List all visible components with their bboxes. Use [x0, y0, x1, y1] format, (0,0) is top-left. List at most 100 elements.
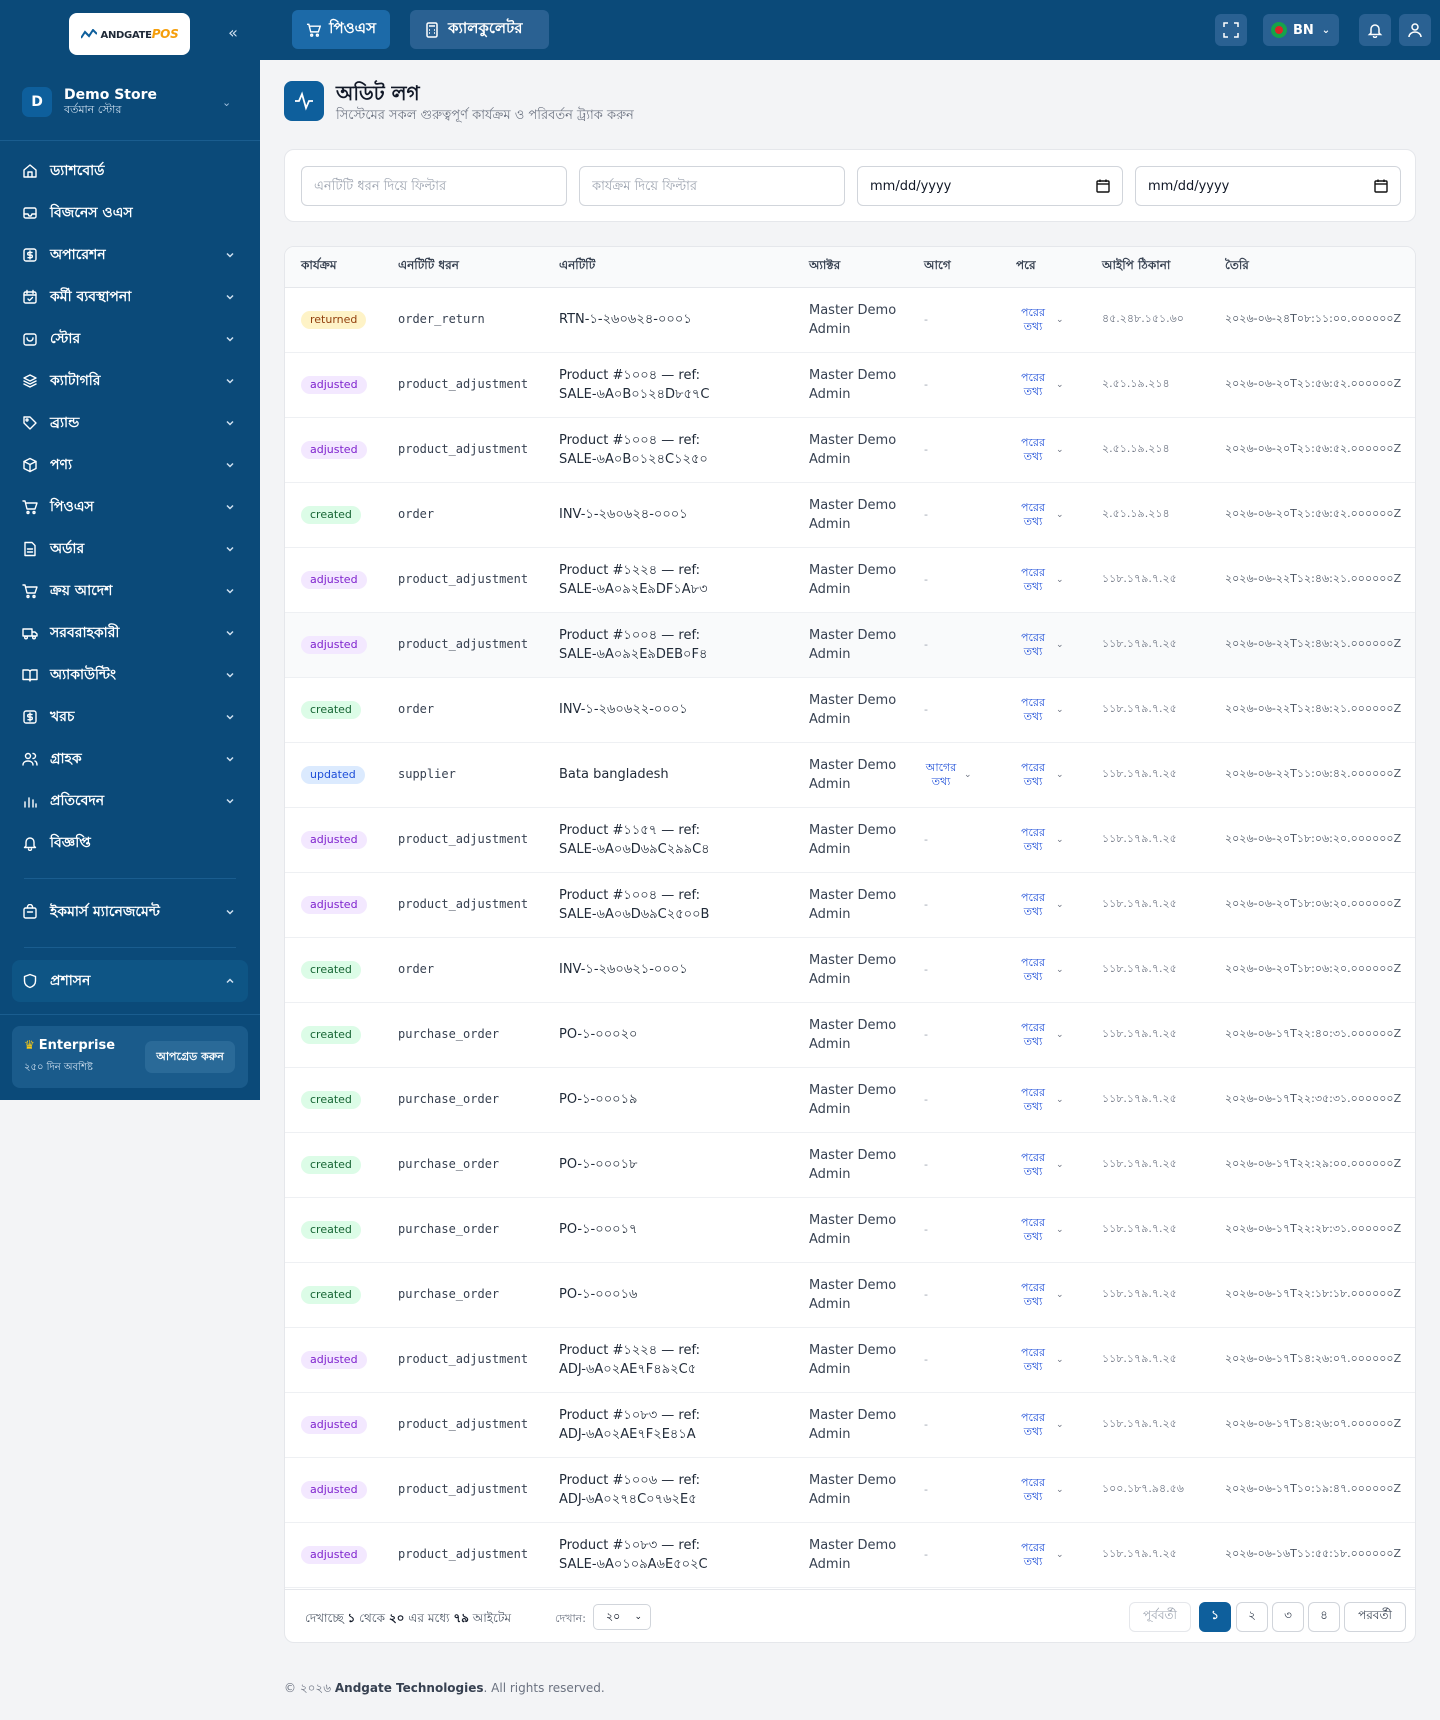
action-filter-input[interactable] [579, 166, 845, 206]
plan-box: ♛ Enterprise ২৫০ দিন অবশিষ্ট আপগ্রেড করুন [12, 1026, 248, 1088]
page-button-1[interactable]: ১ [1199, 1602, 1231, 1632]
pagination-to: ২০ [388, 1611, 405, 1625]
nav-item-3[interactable]: কর্মী ব্যবস্থাপনা [0, 276, 260, 318]
before-info-toggle[interactable]: আগের তথ্য ⌄ [924, 761, 972, 789]
nav-item-1[interactable]: বিজনেস ওএস [0, 192, 260, 234]
page-button-2[interactable]: ২ [1236, 1602, 1268, 1632]
table-row: adjusted product_adjustment Product #১১৫… [285, 807, 1415, 872]
action-badge: created [301, 1025, 361, 1044]
chevron-down-icon [226, 756, 234, 762]
calculator-button[interactable]: ক্যালকুলেটর [410, 10, 549, 49]
actor: Master Demo Admin [809, 1472, 897, 1507]
before-empty: - [924, 1548, 928, 1561]
nav-item-16[interactable]: বিজ্ঞপ্তি [0, 822, 260, 864]
after-info-toggle[interactable]: পরের তথ্য ⌄ [1016, 1281, 1064, 1309]
fullscreen-button[interactable] [1215, 14, 1247, 46]
collapse-sidebar-icon[interactable]: « [224, 24, 242, 42]
entity-type: product_adjustment [398, 832, 529, 846]
calculator-icon [426, 21, 438, 38]
after-info-toggle[interactable]: পরের তথ্য ⌄ [1016, 761, 1064, 789]
logo[interactable]: ANDGATEPOS [69, 13, 190, 55]
created-at: ২০২৬-০৬-২০T২১:৫৬:৫২.০০০০০০Z [1225, 507, 1402, 520]
col-header-entity[interactable]: এনটিটি [543, 247, 793, 288]
after-info-toggle[interactable]: পরের তথ্য ⌄ [1016, 1151, 1064, 1179]
upgrade-button[interactable]: আপগ্রেড করুন [145, 1041, 235, 1073]
after-info-toggle[interactable]: পরের তথ্য ⌄ [1016, 891, 1064, 919]
after-info-toggle[interactable]: পরের তথ্য ⌄ [1016, 1541, 1064, 1569]
nav-item-4[interactable]: স্টোর [0, 318, 260, 360]
ip-address: ১১৮.১৭৯.৭.২৫ [1102, 1027, 1177, 1040]
nav-item-5[interactable]: ক্যাটাগরি [0, 360, 260, 402]
col-header-created[interactable]: তৈরি [1209, 247, 1415, 288]
col-header-ip[interactable]: আইপি ঠিকানা [1086, 247, 1209, 288]
nav-item-label: অ্যাকাউন্টিং [50, 667, 117, 683]
nav-item-11[interactable]: সরবরাহকারী [0, 612, 260, 654]
nav-item-admin[interactable]: প্রশাসন [12, 960, 248, 1002]
nav-item-7[interactable]: পণ্য [0, 444, 260, 486]
entity-type: supplier [398, 767, 456, 781]
nav-item-ecommerce[interactable]: ইকমার্স ম্যানেজমেন্ট [0, 891, 260, 933]
after-info-toggle[interactable]: পরের তথ্য ⌄ [1016, 826, 1064, 854]
after-info-toggle[interactable]: পরের তথ্য ⌄ [1016, 1216, 1064, 1244]
col-header-entity-type[interactable]: এনটিটি ধরন [382, 247, 543, 288]
actor: Master Demo Admin [809, 1017, 897, 1052]
page-button-3[interactable]: ৩ [1272, 1602, 1304, 1632]
nav-item-2[interactable]: অপারেশন [0, 234, 260, 276]
after-info-toggle[interactable]: পরের তথ্য ⌄ [1016, 1021, 1064, 1049]
entity: RTN-১-২৬০৬২৪-০০০১ [559, 312, 692, 327]
pos-button[interactable]: পিওএস [292, 10, 390, 49]
before-empty: - [924, 508, 928, 521]
chevron-down-icon [226, 588, 234, 594]
after-info-toggle[interactable]: পরের তথ্য ⌄ [1016, 371, 1064, 399]
after-info-toggle[interactable]: পরের তথ্য ⌄ [1016, 631, 1064, 659]
nav-item-6[interactable]: ব্র্যান্ড [0, 402, 260, 444]
nav-item-10[interactable]: ক্রয় আদেশ [0, 570, 260, 612]
col-header-actor[interactable]: অ্যাক্টর [793, 247, 908, 288]
nav-item-label: বিজনেস ওএস [50, 205, 133, 221]
chevron-down-icon [226, 672, 234, 678]
after-info-toggle[interactable]: পরের তথ্য ⌄ [1016, 306, 1064, 334]
notifications-button[interactable] [1359, 14, 1391, 46]
action-badge: created [301, 960, 361, 979]
store-switcher[interactable]: D Demo Store বর্তমান স্টোর ⌄ [12, 80, 248, 124]
nav-item-14[interactable]: গ্রাহক [0, 738, 260, 780]
after-info-toggle[interactable]: পরের তথ্য ⌄ [1016, 436, 1064, 464]
nav-item-9[interactable]: অর্ডার [0, 528, 260, 570]
after-info-toggle[interactable]: পরের তথ্য ⌄ [1016, 696, 1064, 724]
next-page-button[interactable]: পরবর্তী [1344, 1602, 1406, 1632]
user-menu-button[interactable] [1399, 14, 1431, 46]
after-info-toggle[interactable]: পরের তথ্য ⌄ [1016, 1346, 1064, 1374]
after-info-toggle[interactable]: পরের তথ্য ⌄ [1016, 501, 1064, 529]
nav-item-8[interactable]: পিওএস [0, 486, 260, 528]
nav-item-0[interactable]: ড্যাশবোর্ড [0, 150, 260, 192]
entity-type: product_adjustment [398, 1352, 529, 1366]
entity-type: purchase_order [398, 1092, 500, 1106]
after-info-toggle[interactable]: পরের তথ্য ⌄ [1016, 1411, 1064, 1439]
table-row: created order INV-১-২৬০৬২৪-০০০১ Master D… [285, 482, 1415, 547]
page-button-4[interactable]: ৪ [1308, 1602, 1340, 1632]
after-info-toggle[interactable]: পরের তথ্য ⌄ [1016, 1086, 1064, 1114]
date-to-input[interactable]: mm/dd/yyyy [1135, 166, 1401, 206]
footer-rights: . All rights reserved. [483, 1681, 605, 1695]
table-row: created purchase_order PO-১-০০০২০ Master… [285, 1002, 1415, 1067]
entity-type-filter-input[interactable] [301, 166, 567, 206]
col-header-action[interactable]: কার্যক্রম [285, 247, 382, 288]
after-info-toggle[interactable]: পরের তথ্য ⌄ [1016, 956, 1064, 984]
chevron-down-icon [226, 294, 234, 300]
bangladesh-flag-icon [1271, 22, 1287, 38]
nav-item-label: ইকমার্স ম্যানেজমেন্ট [50, 904, 160, 920]
after-info-toggle[interactable]: পরের তথ্য ⌄ [1016, 1476, 1064, 1504]
page-size-select[interactable]: ২০ ⌄ [593, 1604, 651, 1630]
chevron-down-icon [226, 378, 234, 384]
nav-item-13[interactable]: খরচ [0, 696, 260, 738]
nav-item-12[interactable]: অ্যাকাউন্টিং [0, 654, 260, 696]
date-from-input[interactable]: mm/dd/yyyy [857, 166, 1123, 206]
col-header-after[interactable]: পরে [1000, 247, 1086, 288]
table-row: updated supplier Bata bangladesh Master … [285, 742, 1415, 807]
nav-item-15[interactable]: প্রতিবেদন [0, 780, 260, 822]
col-header-before[interactable]: আগে [908, 247, 1000, 288]
after-info-toggle[interactable]: পরের তথ্য ⌄ [1016, 566, 1064, 594]
prev-page-button[interactable]: পূর্ববর্তী [1129, 1602, 1191, 1632]
ip-address: ২.৫১.১৯.২১৪ [1102, 507, 1170, 520]
language-switcher[interactable]: BN ⌄ [1263, 14, 1339, 46]
